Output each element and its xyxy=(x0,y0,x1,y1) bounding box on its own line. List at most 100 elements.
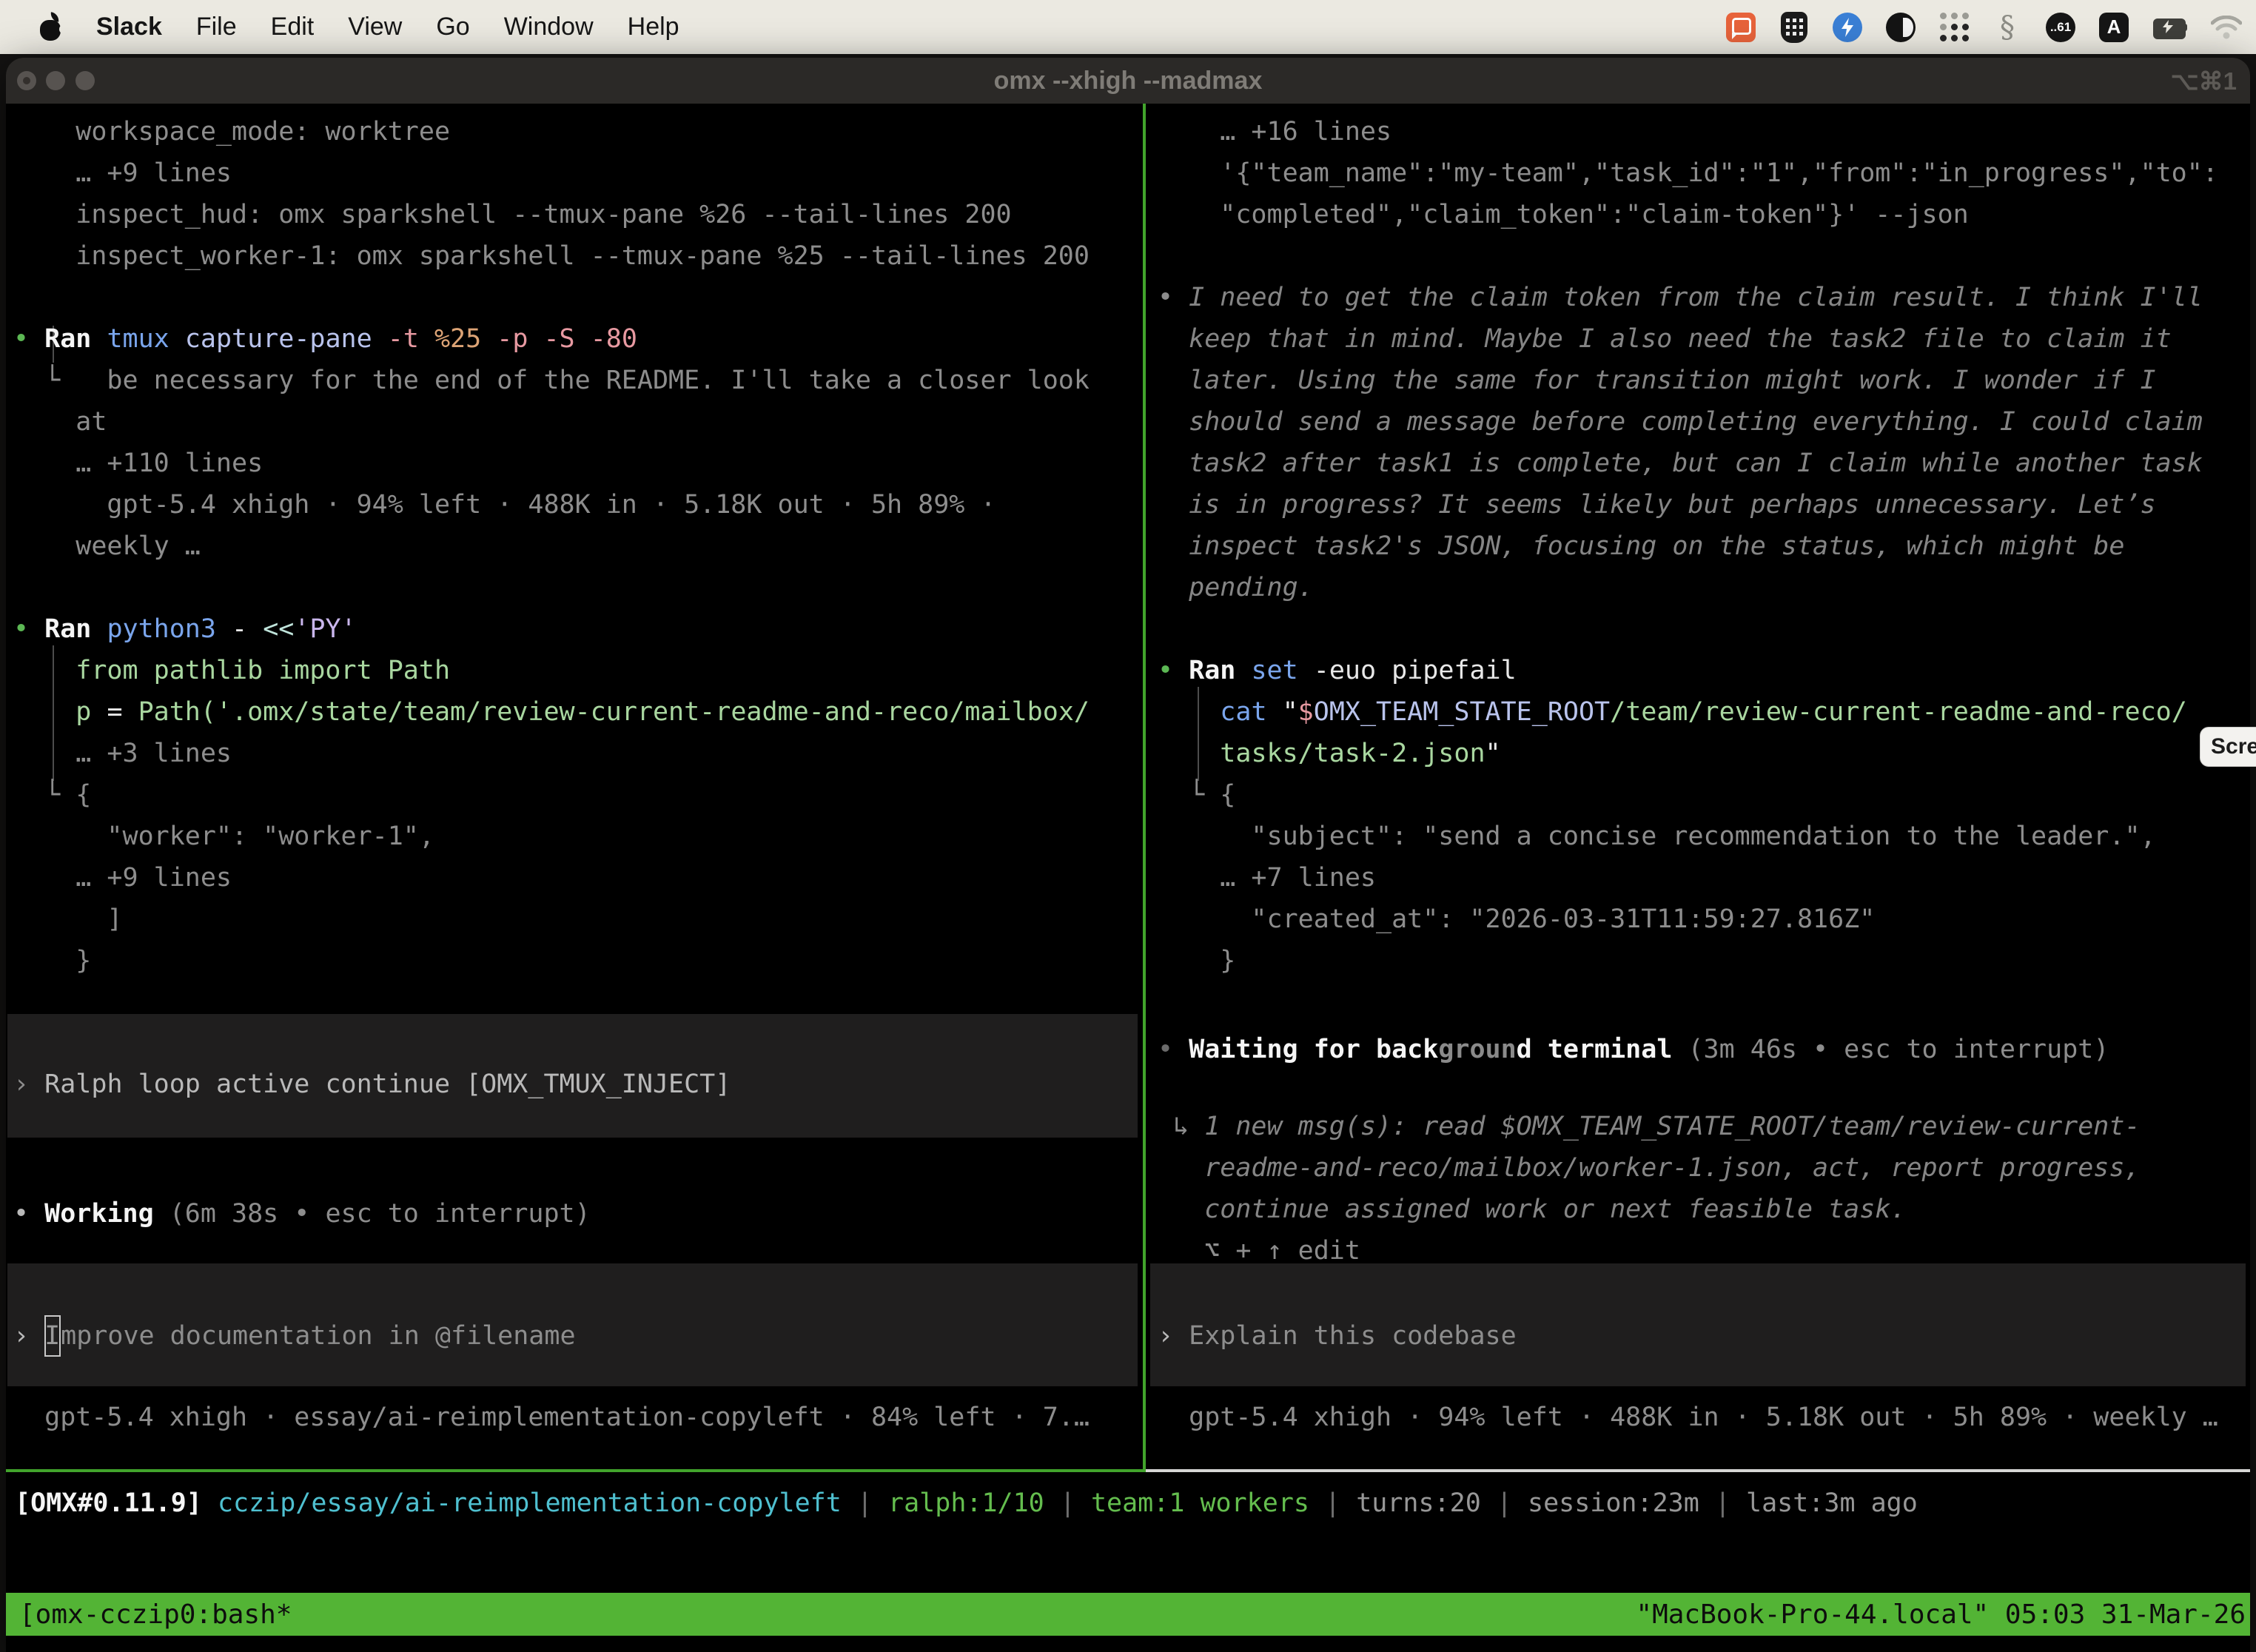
text-segment: inspect_hud: omx sparkshell --tmux-pane … xyxy=(13,200,1012,229)
text-segment: %25 xyxy=(434,324,497,354)
terminal-line: … +3 lines xyxy=(13,733,232,774)
screenshot-notification-label: Scre xyxy=(2211,734,2256,759)
text-segment: pending. xyxy=(1158,573,1314,602)
text-segment: • xyxy=(1158,283,1189,312)
text-segment: Ralph loop active continue [OMX_TMUX_INJ… xyxy=(44,1070,731,1099)
text-segment: mprove documentation in @filename xyxy=(61,1321,575,1351)
count-badge-icon[interactable]: ..61 xyxy=(2044,11,2077,44)
pane-left[interactable]: workspace_mode: worktree … +9 lines insp… xyxy=(6,104,1143,1472)
text-segment: is in progress? It seems likely but perh… xyxy=(1158,490,2156,520)
text-segment: • xyxy=(13,1199,44,1229)
text-segment: › xyxy=(13,1070,44,1099)
text-segment: tasks/task-2.json xyxy=(1220,739,1485,768)
terminal-line: ] xyxy=(13,899,123,940)
text-segment: last:3m ago xyxy=(1746,1488,1918,1518)
text-segment: ] xyxy=(13,904,123,934)
screenshot-notification[interactable]: Scre xyxy=(2200,727,2256,767)
pane-divider[interactable] xyxy=(1143,104,1146,1472)
text-segment: readme-and-reco/mailbox/worker-1.json, a… xyxy=(1158,1153,2141,1183)
tmux-terminal: workspace_mode: worktree … +9 lines insp… xyxy=(6,104,2250,1472)
text-segment: | xyxy=(1699,1488,1746,1518)
menu-item-go[interactable]: Go xyxy=(436,13,469,41)
terminal-line: … +9 lines xyxy=(13,857,232,899)
menu-item-view[interactable]: View xyxy=(348,13,402,41)
dots-grid-icon[interactable] xyxy=(1938,11,1970,44)
chat-icon[interactable] xyxy=(1725,11,1757,44)
terminal-line: • Waiting for background terminal (3m 46… xyxy=(1158,1029,2109,1070)
text-segment: $ xyxy=(1298,697,1314,727)
text-segment xyxy=(1158,739,1220,768)
text-segment: Waiting for back xyxy=(1189,1035,1438,1064)
window-shortcut-hint: ⌥⌘1 xyxy=(2171,58,2237,104)
menu-app-name[interactable]: Slack xyxy=(96,13,162,41)
menu-item-window[interactable]: Window xyxy=(504,13,594,41)
terminal-line: • Ran tmux capture-pane -t %25 -p -S -80 xyxy=(13,318,637,360)
text-segment: | xyxy=(842,1488,888,1518)
terminal-line: "worker": "worker-1", xyxy=(13,816,434,857)
terminal-line: … +110 lines xyxy=(13,443,263,484)
text-segment: • xyxy=(1158,656,1189,685)
wifi-icon[interactable] xyxy=(2210,11,2243,44)
battery-icon[interactable] xyxy=(2151,11,2189,44)
text-segment: ralph:1/10 xyxy=(888,1488,1044,1518)
terminal-line: • Ran python3 - <<'PY' xyxy=(13,608,357,650)
window-titlebar[interactable]: omx --xhigh --madmax ⌥⌘1 xyxy=(6,58,2250,104)
menu-item-file[interactable]: File xyxy=(196,13,237,41)
text-segment: turns:20 xyxy=(1356,1488,1481,1518)
terminal-line: continue assigned work or next feasible … xyxy=(1158,1189,1906,1230)
text-segment: session:23m xyxy=(1528,1488,1699,1518)
text-segment: … +9 lines xyxy=(13,863,232,893)
text-segment: groun xyxy=(1438,1035,1516,1064)
terminal-line: › Explain this codebase xyxy=(1158,1315,1517,1357)
text-segment: … +16 lines xyxy=(1158,117,1391,147)
text-segment: … +9 lines xyxy=(13,158,232,188)
apple-body xyxy=(40,20,61,41)
text-segment: ⌥ + ↑ edit xyxy=(1158,1236,1360,1266)
terminal-line: pending. xyxy=(1158,567,1314,608)
menu-status-icons: § ..61 A xyxy=(1725,11,2243,44)
text-segment: I need to get the claim token from the c… xyxy=(1189,283,2203,312)
text-segment: -t xyxy=(388,324,434,354)
input-source-label: A xyxy=(2099,13,2129,42)
terminal-line: should send a message before completing … xyxy=(1158,401,2203,443)
text-segment: at xyxy=(13,407,107,437)
terminal-line: "completed","claim_token":"claim-token"}… xyxy=(1158,194,1969,235)
text-segment xyxy=(1158,697,1220,727)
terminal-line: cat "$OMX_TEAM_STATE_ROOT/team/review-cu… xyxy=(1158,691,2187,733)
menu-item-edit[interactable]: Edit xyxy=(271,13,315,41)
text-segment: OMX_TEAM_STATE_ROOT xyxy=(1314,697,1610,727)
text-segment: "subject": "send a concise recommendatio… xyxy=(1158,822,2156,851)
tmux-session-label: [omx-cczip0:bash* xyxy=(19,1599,292,1630)
terminal-line: … +9 lines xyxy=(13,152,232,194)
text-segment: Ran xyxy=(1189,656,1251,685)
terminal-line: from pathlib import Path xyxy=(13,650,450,691)
text-segment: | xyxy=(1044,1488,1091,1518)
terminal-line: gpt-5.4 xhigh · 94% left · 488K in · 5.1… xyxy=(13,484,996,526)
terminal-line: "created_at": "2026-03-31T11:59:27.816Z" xyxy=(1158,899,1875,940)
menu-bar: Slack File Edit View Go Window Help § ..… xyxy=(0,0,2256,54)
terminal-line: … +16 lines xyxy=(1158,111,1391,152)
terminal-line: inspect task2's JSON, focusing on the st… xyxy=(1158,526,2124,567)
terminal-line: [OMX#0.11.9] cczip/essay/ai-reimplementa… xyxy=(15,1483,1918,1524)
text-segment: -p -S -80 xyxy=(497,324,637,354)
text-segment: capture-pane xyxy=(185,324,388,354)
grid-shield-icon[interactable] xyxy=(1778,11,1810,44)
terminal-line: tasks/task-2.json" xyxy=(1158,733,1501,774)
text-segment: "completed","claim_token":"claim-token"}… xyxy=(1158,200,1969,229)
crescent-icon[interactable] xyxy=(1884,11,1917,44)
text-segment: continue assigned work or next feasible … xyxy=(1158,1195,1906,1224)
text-segment: (6m 38s • esc to interrupt) xyxy=(169,1199,591,1229)
terminal-line: gpt-5.4 xhigh · 94% left · 488K in · 5.1… xyxy=(1158,1397,2218,1438)
text-segment: ↳ xyxy=(1158,1112,1204,1141)
input-source-icon[interactable]: A xyxy=(2098,11,2130,44)
squiggle-icon[interactable]: § xyxy=(1991,11,2024,44)
text-segment: › xyxy=(13,1321,44,1351)
text-segment: later. Using the same for transition mig… xyxy=(1158,366,2156,395)
pane-right[interactable]: … +16 lines '{"team_name":"my-team","tas… xyxy=(1149,104,2250,1472)
bolt-circle-icon[interactable] xyxy=(1831,11,1864,44)
text-segment: = xyxy=(107,697,138,727)
menu-item-help[interactable]: Help xyxy=(628,13,679,41)
apple-menu-icon[interactable] xyxy=(38,13,64,42)
text-segment: › xyxy=(1158,1321,1189,1351)
text-segment: … +3 lines xyxy=(13,739,232,768)
